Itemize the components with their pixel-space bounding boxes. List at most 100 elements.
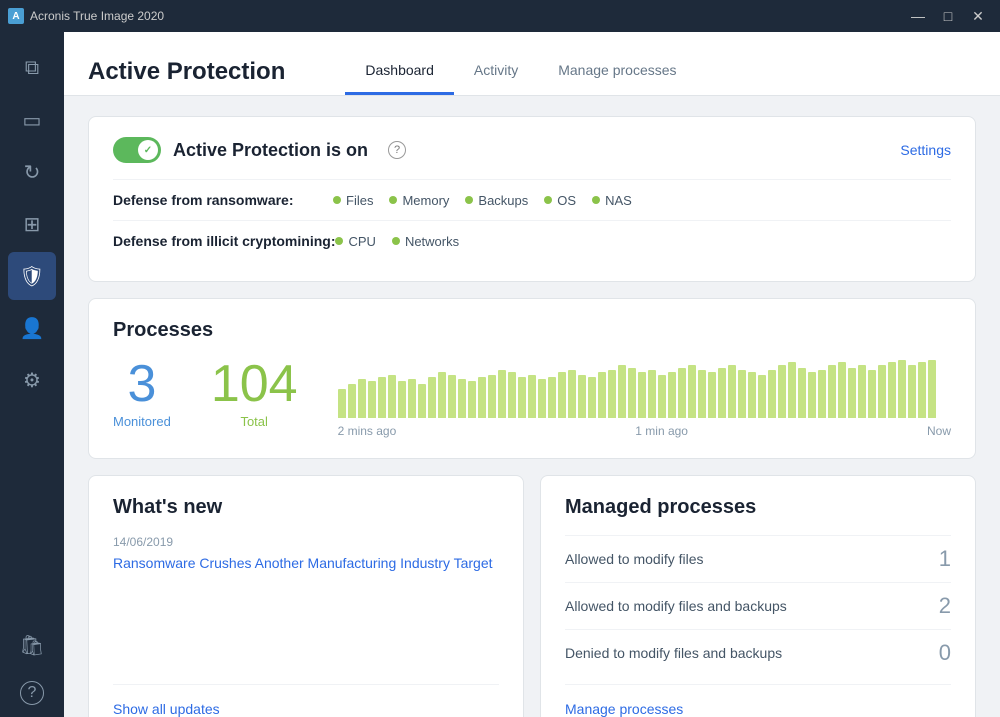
sidebar-item-protection[interactable]: 🛡: [8, 252, 56, 300]
news-headline-link[interactable]: Ransomware Crushes Another Manufacturing…: [113, 553, 499, 574]
chart-bar: [498, 370, 506, 418]
chart-bar: [688, 365, 696, 418]
dot-networks: [392, 237, 400, 245]
show-all-updates-link[interactable]: Show all updates: [113, 684, 499, 717]
tools-icon: ⊞: [24, 212, 41, 237]
whats-new-title: What's new: [113, 496, 499, 519]
sidebar-item-account[interactable]: 👤: [8, 304, 56, 352]
chart-bar: [668, 372, 676, 418]
chart-bar: [458, 379, 466, 418]
tag-cpu: CPU: [335, 234, 375, 249]
chart-bar: [808, 372, 816, 418]
chart-bar: [448, 375, 456, 419]
tab-bar: Dashboard Activity Manage processes: [345, 48, 696, 95]
whats-new-card: What's new 14/06/2019 Ransomware Crushes…: [88, 475, 524, 717]
total-stat: 104 Total: [211, 358, 298, 429]
chart-bar: [798, 368, 806, 418]
chart-bar: [918, 362, 926, 418]
manage-processes-link[interactable]: Manage processes: [565, 684, 951, 717]
chart-bar: [648, 370, 656, 418]
chart-bar: [678, 368, 686, 418]
chart-bar: [588, 377, 596, 418]
bottom-row: What's new 14/06/2019 Ransomware Crushes…: [88, 475, 976, 717]
sidebar-item-help[interactable]: ?: [8, 669, 56, 717]
chart-label-left: 2 mins ago: [338, 424, 397, 438]
chart-bar: [708, 372, 716, 418]
defense-cryptomining-label: Defense from illicit cryptomining:: [113, 233, 335, 249]
chart-bar: [358, 379, 366, 418]
backup-icon: ▭: [23, 108, 42, 133]
sidebar-item-copy[interactable]: ⧉: [8, 44, 56, 92]
copy-icon: ⧉: [25, 57, 39, 80]
maximize-button[interactable]: □: [934, 5, 962, 27]
tag-backups: Backups: [465, 193, 528, 208]
chart-bar: [408, 379, 416, 418]
chart-bar: [608, 370, 616, 418]
sidebar-item-settings[interactable]: ⚙: [8, 356, 56, 404]
sidebar-item-store[interactable]: 🛍: [8, 621, 56, 669]
chart-bar: [848, 368, 856, 418]
defense-ransomware-tags: Files Memory Backups OS NAS: [333, 193, 632, 208]
chart-bar: [388, 375, 396, 419]
protection-card: ✓ Active Protection is on ? Settings Def…: [88, 116, 976, 282]
chart-bar: [788, 362, 796, 418]
chart-bar: [908, 365, 916, 418]
chart-bar: [368, 381, 376, 418]
defense-ransomware-row: Defense from ransomware: Files Memory Ba…: [113, 179, 951, 220]
toggle-knob: ✓: [138, 140, 158, 160]
chart-bar: [598, 372, 606, 418]
managed-processes-card: Managed processes Allowed to modify file…: [540, 475, 976, 717]
managed-value-2: 2: [939, 593, 951, 619]
chart-bar: [758, 375, 766, 419]
minimize-button[interactable]: —: [904, 5, 932, 27]
managed-label-2: Allowed to modify files and backups: [565, 598, 787, 614]
dot-nas: [592, 196, 600, 204]
chart-bar: [768, 370, 776, 418]
account-icon: 👤: [20, 316, 45, 341]
content-area: ✓ Active Protection is on ? Settings Def…: [64, 96, 1000, 717]
sidebar-item-sync[interactable]: ↻: [8, 148, 56, 196]
show-updates-area: Show all updates: [113, 668, 499, 717]
chart-bar: [888, 362, 896, 418]
protection-status-text: Active Protection is on: [173, 140, 368, 161]
info-icon[interactable]: ?: [388, 141, 406, 159]
chart-bar: [528, 375, 536, 419]
settings-link[interactable]: Settings: [900, 142, 951, 158]
dot-files: [333, 196, 341, 204]
chart-bar: [508, 372, 516, 418]
chart-bar: [618, 365, 626, 418]
tag-memory: Memory: [389, 193, 449, 208]
managed-value-1: 1: [939, 546, 951, 572]
chart-bar: [628, 368, 636, 418]
chart-bar: [478, 377, 486, 418]
app-icon: A: [8, 8, 24, 24]
titlebar-left: A Acronis True Image 2020: [8, 8, 164, 24]
monitored-label: Monitored: [113, 414, 171, 429]
sidebar-item-tools[interactable]: ⊞: [8, 200, 56, 248]
managed-row-1: Allowed to modify files 1: [565, 535, 951, 582]
chart-bar: [738, 370, 746, 418]
chart-bar: [418, 384, 426, 418]
chart-bar: [818, 370, 826, 418]
chart-bar: [898, 360, 906, 418]
close-button[interactable]: ✕: [964, 5, 992, 27]
managed-label-3: Denied to modify files and backups: [565, 645, 782, 661]
chart-bar: [338, 389, 346, 418]
chart-bar: [468, 381, 476, 418]
chart-bar: [438, 372, 446, 418]
tab-manage-processes[interactable]: Manage processes: [538, 48, 696, 95]
tab-dashboard[interactable]: Dashboard: [345, 48, 454, 95]
dot-cpu: [335, 237, 343, 245]
chart-bar: [518, 377, 526, 418]
sidebar: ⧉ ▭ ↻ ⊞ 🛡 👤 ⚙ 🛍 ?: [0, 32, 64, 717]
protection-icon: 🛡: [19, 264, 44, 289]
tab-activity[interactable]: Activity: [454, 48, 538, 95]
chart-bar: [838, 362, 846, 418]
sidebar-item-backup[interactable]: ▭: [8, 96, 56, 144]
monitored-stat: 3 Monitored: [113, 358, 171, 429]
tag-files: Files: [333, 193, 373, 208]
chart-bar: [558, 372, 566, 418]
chart-bar: [718, 368, 726, 418]
chart-bar: [928, 360, 936, 418]
protection-toggle[interactable]: ✓: [113, 137, 161, 163]
